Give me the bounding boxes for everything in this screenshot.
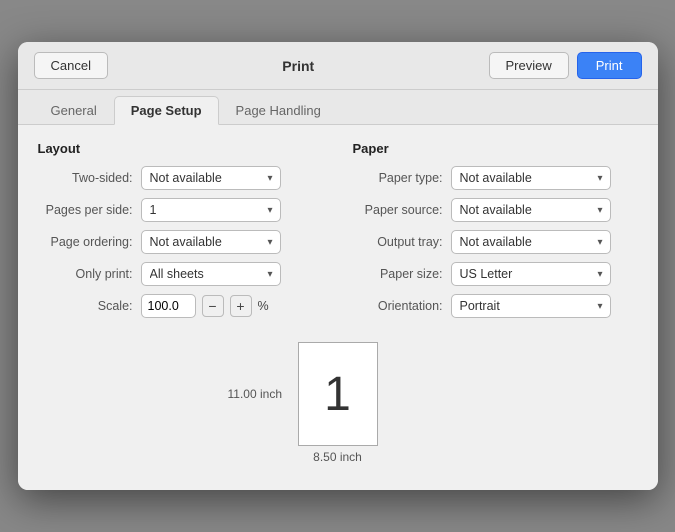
two-sided-select[interactable]: Not available <box>141 166 281 190</box>
dialog-title: Print <box>108 58 489 74</box>
paper-type-row: Paper type: Not available ▾ <box>353 166 638 190</box>
orientation-select[interactable]: Portrait <box>451 294 611 318</box>
preview-button[interactable]: Preview <box>489 52 569 79</box>
pages-per-side-select[interactable]: 1 <box>141 198 281 222</box>
page-preview-wrapper: 11.00 inch 1 <box>298 342 378 446</box>
paper-type-select[interactable]: Not available <box>451 166 611 190</box>
scale-controls: − + % <box>141 294 269 318</box>
paper-size-row: Paper size: US Letter ▾ <box>353 262 638 286</box>
paper-type-label: Paper type: <box>353 171 443 185</box>
sections-container: Layout Two-sided: Not available ▾ Pages … <box>38 141 638 326</box>
paper-source-label: Paper source: <box>353 203 443 217</box>
tab-page-handling[interactable]: Page Handling <box>219 96 338 124</box>
print-dialog: Cancel Print Preview Print General Page … <box>18 42 658 490</box>
only-print-row: Only print: All sheets ▾ <box>38 262 323 286</box>
tab-general[interactable]: General <box>34 96 114 124</box>
page-preview-area: 11.00 inch 1 8.50 inch <box>38 326 638 474</box>
title-bar-right-buttons: Preview Print <box>489 52 642 79</box>
orientation-row: Orientation: Portrait ▾ <box>353 294 638 318</box>
page-setup-content: Layout Two-sided: Not available ▾ Pages … <box>18 125 658 490</box>
page-preview: 1 <box>298 342 378 446</box>
scale-input[interactable] <box>141 294 196 318</box>
output-tray-select[interactable]: Not available <box>451 230 611 254</box>
pages-per-side-label: Pages per side: <box>38 203 133 217</box>
scale-unit: % <box>258 299 269 313</box>
orientation-select-wrapper: Portrait ▾ <box>451 294 611 318</box>
paper-size-select[interactable]: US Letter <box>451 262 611 286</box>
title-bar-left-buttons: Cancel <box>34 52 108 79</box>
cancel-button[interactable]: Cancel <box>34 52 108 79</box>
width-label: 8.50 inch <box>313 450 362 464</box>
print-button[interactable]: Print <box>577 52 642 79</box>
height-label: 11.00 inch <box>228 387 283 401</box>
paper-size-label: Paper size: <box>353 267 443 281</box>
page-ordering-label: Page ordering: <box>38 235 133 249</box>
title-bar: Cancel Print Preview Print <box>18 42 658 90</box>
page-ordering-row: Page ordering: Not available ▾ <box>38 230 323 254</box>
scale-minus-button[interactable]: − <box>202 295 224 317</box>
two-sided-label: Two-sided: <box>38 171 133 185</box>
output-tray-select-wrapper: Not available ▾ <box>451 230 611 254</box>
paper-source-select[interactable]: Not available <box>451 198 611 222</box>
paper-section: Paper Paper type: Not available ▾ Paper … <box>353 141 638 326</box>
only-print-label: Only print: <box>38 267 133 281</box>
output-tray-row: Output tray: Not available ▾ <box>353 230 638 254</box>
page-ordering-select[interactable]: Not available <box>141 230 281 254</box>
two-sided-row: Two-sided: Not available ▾ <box>38 166 323 190</box>
pages-per-side-select-wrapper: 1 ▾ <box>141 198 281 222</box>
scale-label: Scale: <box>38 299 133 313</box>
paper-type-select-wrapper: Not available ▾ <box>451 166 611 190</box>
only-print-select[interactable]: All sheets <box>141 262 281 286</box>
layout-section-title: Layout <box>38 141 323 156</box>
paper-size-select-wrapper: US Letter ▾ <box>451 262 611 286</box>
scale-row: Scale: − + % <box>38 294 323 318</box>
pages-per-side-row: Pages per side: 1 ▾ <box>38 198 323 222</box>
orientation-label: Orientation: <box>353 299 443 313</box>
tab-page-setup[interactable]: Page Setup <box>114 96 219 125</box>
output-tray-label: Output tray: <box>353 235 443 249</box>
layout-section: Layout Two-sided: Not available ▾ Pages … <box>38 141 323 326</box>
page-number: 1 <box>324 367 351 422</box>
paper-section-title: Paper <box>353 141 638 156</box>
paper-source-row: Paper source: Not available ▾ <box>353 198 638 222</box>
two-sided-select-wrapper: Not available ▾ <box>141 166 281 190</box>
only-print-select-wrapper: All sheets ▾ <box>141 262 281 286</box>
tabs-bar: General Page Setup Page Handling <box>18 90 658 125</box>
page-ordering-select-wrapper: Not available ▾ <box>141 230 281 254</box>
paper-source-select-wrapper: Not available ▾ <box>451 198 611 222</box>
scale-plus-button[interactable]: + <box>230 295 252 317</box>
